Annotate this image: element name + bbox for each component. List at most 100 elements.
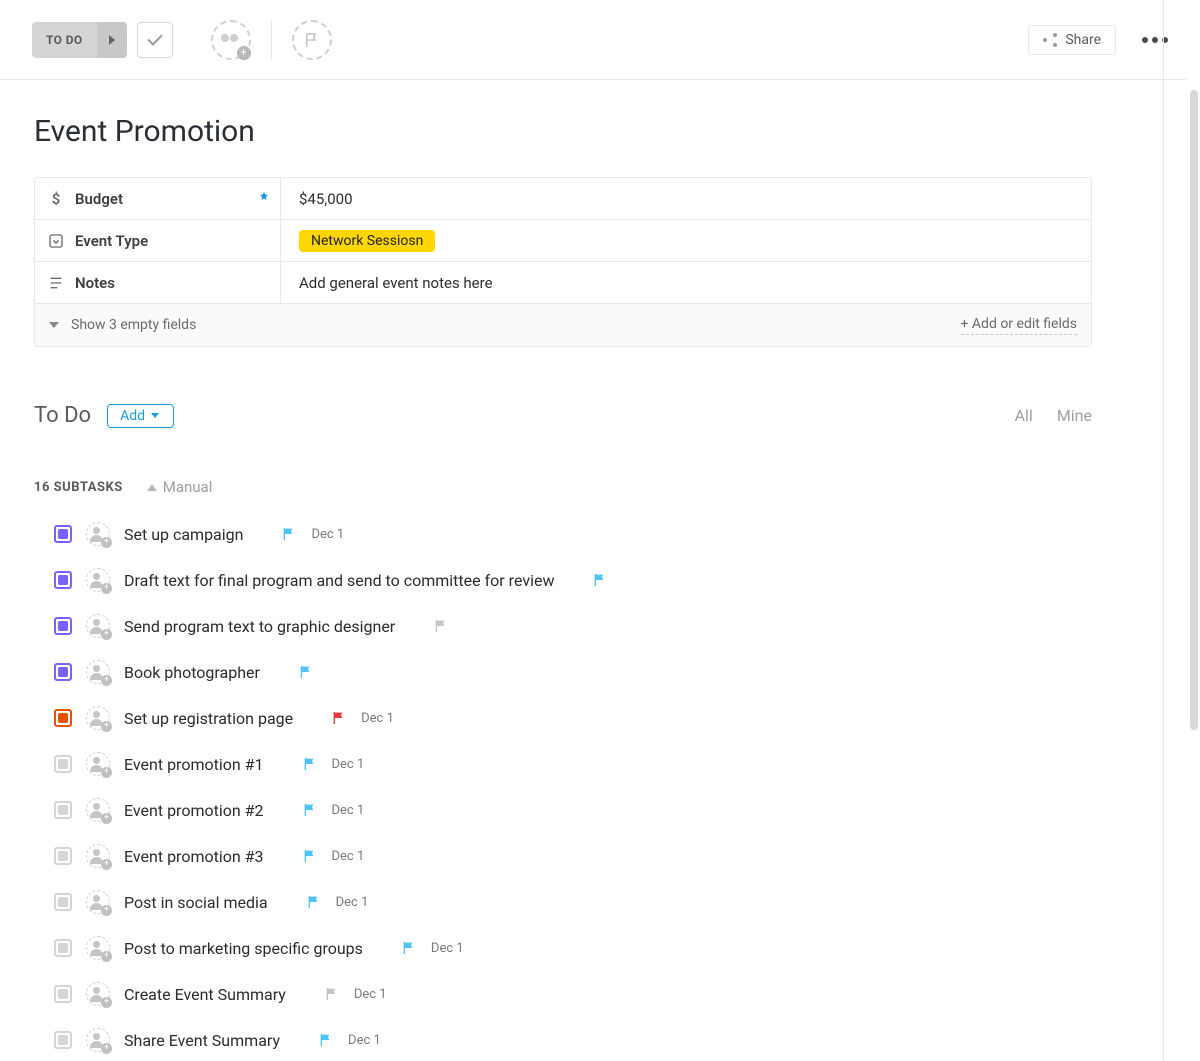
field-value-event-type[interactable]: Network Sessiosn (281, 220, 1091, 261)
check-icon (147, 30, 163, 46)
task-row[interactable]: + Post in social media Dec 1 (54, 886, 1092, 918)
assignee-add-button[interactable]: + (86, 982, 110, 1006)
task-date[interactable]: Dec 1 (348, 1033, 381, 1048)
task-title[interactable]: Set up campaign (124, 525, 243, 544)
assignee-add-button[interactable]: + (86, 660, 110, 684)
task-checkbox[interactable] (54, 1031, 72, 1049)
priority-flag[interactable] (318, 1032, 334, 1048)
task-date[interactable]: Dec 1 (336, 895, 369, 910)
task-checkbox[interactable] (54, 525, 72, 543)
priority-flag[interactable] (298, 664, 314, 680)
task-checkbox[interactable] (54, 801, 72, 819)
task-title[interactable]: Event promotion #2 (124, 801, 264, 820)
task-row[interactable]: + Set up campaign Dec 1 (54, 518, 1092, 550)
task-row[interactable]: + Event promotion #3 Dec 1 (54, 840, 1092, 872)
assignee-add-button[interactable]: + (86, 752, 110, 776)
task-checkbox[interactable] (54, 985, 72, 1003)
filter-all-tab[interactable]: All (1015, 406, 1033, 425)
task-date[interactable]: Dec 1 (332, 803, 365, 818)
task-title[interactable]: Create Event Summary (124, 985, 286, 1004)
status-label: TO DO (32, 33, 97, 47)
scrollbar-thumb[interactable] (1190, 90, 1198, 730)
task-checkbox[interactable] (54, 893, 72, 911)
sort-button[interactable]: Manual (147, 478, 213, 496)
task-row[interactable]: + Event promotion #2 Dec 1 (54, 794, 1092, 826)
task-title[interactable]: Set up registration page (124, 709, 293, 728)
task-date[interactable]: Dec 1 (311, 527, 344, 542)
task-title[interactable]: Post to marketing specific groups (124, 939, 363, 958)
task-date[interactable]: Dec 1 (354, 987, 387, 1002)
field-value-notes[interactable]: Add general event notes here (281, 262, 1091, 303)
priority-flag-button[interactable] (292, 20, 332, 60)
page-title[interactable]: Event Promotion (34, 114, 1092, 149)
assignees-add-button[interactable]: + (211, 20, 251, 60)
assignee-add-button[interactable]: + (86, 890, 110, 914)
task-title[interactable]: Post in social media (124, 893, 268, 912)
task-title[interactable]: Event promotion #3 (124, 847, 264, 866)
field-label-notes[interactable]: Notes (35, 262, 281, 303)
priority-flag[interactable] (281, 526, 297, 542)
dot-icon (1152, 37, 1158, 43)
task-title[interactable]: Share Event Summary (124, 1031, 280, 1050)
assignee-add-button[interactable]: + (86, 706, 110, 730)
assignee-add-button[interactable]: + (86, 936, 110, 960)
share-button[interactable]: Share (1028, 25, 1116, 55)
share-icon (1043, 33, 1057, 47)
assignee-add-button[interactable]: + (86, 844, 110, 868)
field-value-budget[interactable]: $45,000 (281, 178, 1091, 219)
task-row[interactable]: + Event promotion #1 Dec 1 (54, 748, 1092, 780)
assignee-add-button[interactable]: + (86, 798, 110, 822)
task-row[interactable]: + Set up registration page Dec 1 (54, 702, 1092, 734)
priority-flag[interactable] (302, 756, 318, 772)
pin-icon[interactable] (258, 190, 270, 208)
status-next-icon[interactable] (97, 22, 127, 58)
priority-flag[interactable] (592, 572, 608, 588)
assignee-add-button[interactable]: + (86, 1028, 110, 1052)
task-date[interactable]: Dec 1 (361, 711, 394, 726)
status-button[interactable]: TO DO (32, 22, 127, 58)
task-date[interactable]: Dec 1 (431, 941, 464, 956)
priority-flag[interactable] (331, 710, 347, 726)
priority-flag[interactable] (324, 986, 340, 1002)
task-checkbox[interactable] (54, 663, 72, 681)
task-checkbox[interactable] (54, 755, 72, 773)
filter-mine-tab[interactable]: Mine (1057, 406, 1092, 425)
field-value-text: $45,000 (299, 190, 353, 208)
complete-checkbox-button[interactable] (137, 22, 173, 58)
task-title[interactable]: Book photographer (124, 663, 260, 682)
more-menu-button[interactable] (1140, 37, 1170, 43)
share-label: Share (1065, 32, 1101, 48)
task-date[interactable]: Dec 1 (332, 757, 365, 772)
task-checkbox[interactable] (54, 617, 72, 635)
field-label-budget[interactable]: $ Budget (35, 178, 281, 219)
chevron-down-icon (49, 322, 59, 328)
task-row[interactable]: + Draft text for final program and send t… (54, 564, 1092, 596)
add-subtask-button[interactable]: Add (107, 404, 174, 428)
priority-flag[interactable] (302, 848, 318, 864)
priority-flag[interactable] (433, 618, 449, 634)
task-checkbox[interactable] (54, 939, 72, 957)
assignee-add-button[interactable]: + (86, 568, 110, 592)
field-label-event-type[interactable]: Event Type (35, 220, 281, 261)
task-checkbox[interactable] (54, 847, 72, 865)
assignee-add-button[interactable]: + (86, 522, 110, 546)
task-checkbox[interactable] (54, 709, 72, 727)
scrollbar-track[interactable] (1186, 0, 1200, 1061)
add-edit-fields-button[interactable]: + Add or edit fields (961, 316, 1078, 335)
assignee-add-button[interactable]: + (86, 614, 110, 638)
task-row[interactable]: + Share Event Summary Dec 1 (54, 1024, 1092, 1056)
task-row[interactable]: + Create Event Summary Dec 1 (54, 978, 1092, 1010)
task-row[interactable]: + Book photographer (54, 656, 1092, 688)
right-divider (1163, 0, 1164, 1061)
task-title[interactable]: Event promotion #1 (124, 755, 264, 774)
priority-flag[interactable] (306, 894, 322, 910)
show-empty-fields-button[interactable]: Show 3 empty fields (49, 317, 196, 333)
priority-flag[interactable] (401, 940, 417, 956)
task-row[interactable]: + Send program text to graphic designer (54, 610, 1092, 642)
task-row[interactable]: + Post to marketing specific groups Dec 1 (54, 932, 1092, 964)
task-title[interactable]: Send program text to graphic designer (124, 617, 395, 636)
task-title[interactable]: Draft text for final program and send to… (124, 571, 554, 590)
task-checkbox[interactable] (54, 571, 72, 589)
task-date[interactable]: Dec 1 (332, 849, 365, 864)
priority-flag[interactable] (302, 802, 318, 818)
